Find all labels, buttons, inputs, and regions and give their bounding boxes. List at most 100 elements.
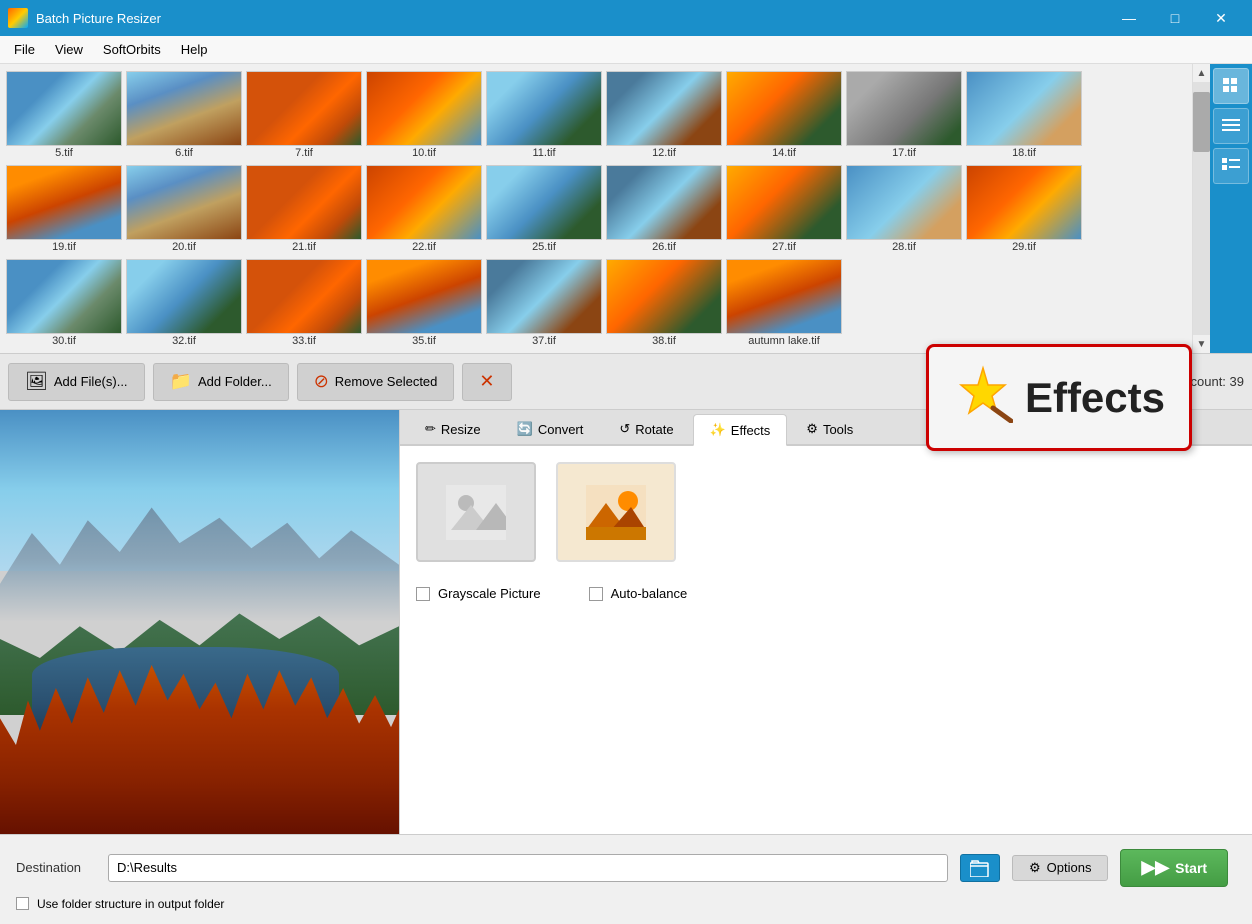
thumb-29tif[interactable]: 29.tif — [966, 165, 1082, 253]
thumb-row-3: 30.tif 32.tif 33.tif 35.tif 37.tif 38.ti… — [4, 256, 1188, 350]
autobalance-label: Auto-balance — [611, 586, 688, 601]
thumb-12tif[interactable]: 12.tif — [606, 71, 722, 159]
add-folder-icon: 📁 — [170, 371, 192, 392]
thumb-25tif[interactable]: 25.tif — [486, 165, 602, 253]
options-button[interactable]: ⚙ Options — [1012, 855, 1108, 881]
thumbnail-grid: 5.tif 6.tif 7.tif 10.tif 11.tif 12.tif 1… — [0, 64, 1192, 353]
scroll-thumb[interactable] — [1193, 92, 1210, 152]
thumb-10tif[interactable]: 10.tif — [366, 71, 482, 159]
rotate-tab-label: Rotate — [635, 422, 673, 437]
effect-item-2[interactable] — [556, 462, 676, 562]
destination-input[interactable] — [108, 854, 948, 882]
grayscale-checkbox[interactable] — [416, 587, 430, 601]
remove-icon: ⊘ — [314, 371, 329, 392]
thumb-14tif[interactable]: 14.tif — [726, 71, 842, 159]
detail-view-button[interactable] — [1213, 148, 1249, 184]
menu-softorbits[interactable]: SoftOrbits — [93, 38, 171, 61]
convert-tab-icon: 🔄 — [517, 421, 533, 437]
thumb-27tif[interactable]: 27.tif — [726, 165, 842, 253]
thumb-6tif[interactable]: 6.tif — [126, 71, 242, 159]
thumb-37tif[interactable]: 37.tif — [486, 259, 602, 347]
thumb-20tif[interactable]: 20.tif — [126, 165, 242, 253]
resize-tab-label: Resize — [441, 422, 481, 437]
effects-tab-label: Effects — [731, 423, 771, 438]
grayscale-checkbox-item[interactable]: Grayscale Picture — [416, 586, 541, 601]
titlebar-left: Batch Picture Resizer — [8, 8, 161, 28]
add-folder-label: Add Folder... — [198, 374, 272, 389]
thumb-30tif[interactable]: 30.tif — [6, 259, 122, 347]
side-icons-panel — [1210, 64, 1252, 353]
remove-selected-button[interactable]: ⊘ Remove Selected — [297, 363, 455, 401]
minimize-button[interactable]: — — [1106, 0, 1152, 36]
thumb-32tif[interactable]: 32.tif — [126, 259, 242, 347]
thumb-28tif[interactable]: 28.tif — [846, 165, 962, 253]
main-container: 5.tif 6.tif 7.tif 10.tif 11.tif 12.tif 1… — [0, 64, 1252, 924]
thumb-18tif[interactable]: 18.tif — [966, 71, 1082, 159]
app-title: Batch Picture Resizer — [36, 11, 161, 26]
scroll-track[interactable] — [1193, 82, 1210, 335]
thumb-22tif[interactable]: 22.tif — [366, 165, 482, 253]
tab-content-effects: Grayscale Picture Auto-balance — [400, 446, 1252, 834]
effect-item-1[interactable] — [416, 462, 536, 562]
start-arrow-icon: ▶▶ — [1141, 857, 1169, 878]
browse-button[interactable] — [960, 854, 1000, 882]
effects-grid — [416, 462, 1236, 562]
destination-label: Destination — [16, 860, 96, 875]
maximize-button[interactable]: □ — [1152, 0, 1198, 36]
close-button[interactable]: ✕ — [1198, 0, 1244, 36]
add-files-icon: 🖼 — [25, 371, 48, 392]
grid-view-button[interactable] — [1213, 68, 1249, 104]
thumb-5tif[interactable]: 5.tif — [6, 71, 122, 159]
thumb-7tif[interactable]: 7.tif — [246, 71, 362, 159]
rotate-tab-icon: ↺ — [619, 421, 630, 437]
thumbnail-scrollbar[interactable]: ▲ ▼ — [1192, 64, 1210, 353]
options-gear-icon: ⚙ — [1029, 860, 1041, 876]
thumb-autumn[interactable]: autumn lake.tif — [726, 259, 842, 347]
tab-tools[interactable]: ⚙ Tools — [789, 414, 870, 444]
tab-effects[interactable]: ✨ Effects — [693, 414, 788, 446]
folder-structure-checkbox[interactable] — [16, 897, 29, 910]
start-button[interactable]: ▶▶ Start — [1120, 849, 1228, 887]
content-area: ✏ Resize 🔄 Convert ↺ Rotate ✨ Effects ⚙ — [0, 410, 1252, 834]
destination-row: Destination ⚙ Options ▶▶ Start — [16, 849, 1236, 887]
clear-button[interactable]: ✕ — [462, 363, 511, 401]
convert-tab-label: Convert — [538, 422, 584, 437]
tab-resize[interactable]: ✏ Resize — [408, 414, 498, 444]
thumb-17tif[interactable]: 17.tif — [846, 71, 962, 159]
remove-label: Remove Selected — [335, 374, 438, 389]
preview-image — [0, 410, 399, 834]
autobalance-checkbox-item[interactable]: Auto-balance — [589, 586, 688, 601]
tab-rotate[interactable]: ↺ Rotate — [602, 414, 690, 444]
titlebar: Batch Picture Resizer — □ ✕ — [0, 0, 1252, 36]
add-files-button[interactable]: 🖼 Add File(s)... — [8, 363, 145, 401]
menubar: File View SoftOrbits Help — [0, 36, 1252, 64]
thumb-19tif[interactable]: 19.tif — [6, 165, 122, 253]
scroll-down-button[interactable]: ▼ — [1193, 335, 1211, 353]
clear-icon: ✕ — [479, 371, 494, 392]
thumb-35tif[interactable]: 35.tif — [366, 259, 482, 347]
titlebar-controls: — □ ✕ — [1106, 0, 1244, 36]
thumb-row-1: 5.tif 6.tif 7.tif 10.tif 11.tif 12.tif 1… — [4, 68, 1188, 162]
thumb-33tif[interactable]: 33.tif — [246, 259, 362, 347]
thumb-26tif[interactable]: 26.tif — [606, 165, 722, 253]
thumb-row-2: 19.tif 20.tif 21.tif 22.tif 25.tif 26.ti… — [4, 162, 1188, 256]
toolbar: 🖼 Add File(s)... 📁 Add Folder... ⊘ Remov… — [0, 354, 1252, 410]
add-files-label: Add File(s)... — [54, 374, 128, 389]
thumb-21tif[interactable]: 21.tif — [246, 165, 362, 253]
add-folder-button[interactable]: 📁 Add Folder... — [153, 363, 289, 401]
grayscale-label: Grayscale Picture — [438, 586, 541, 601]
effects-tooltip-label: Effects — [1025, 374, 1165, 422]
menu-help[interactable]: Help — [171, 38, 218, 61]
tools-tab-icon: ⚙ — [806, 421, 818, 437]
tab-convert[interactable]: 🔄 Convert — [500, 414, 601, 444]
menu-view[interactable]: View — [45, 38, 93, 61]
list-view-button[interactable] — [1213, 108, 1249, 144]
menu-file[interactable]: File — [4, 38, 45, 61]
thumb-38tif[interactable]: 38.tif — [606, 259, 722, 347]
effects-tab-icon: ✨ — [710, 422, 726, 438]
effects-tooltip: Effects — [926, 344, 1192, 451]
scroll-up-button[interactable]: ▲ — [1193, 64, 1211, 82]
autobalance-checkbox[interactable] — [589, 587, 603, 601]
options-label: Options — [1047, 860, 1092, 875]
thumb-11tif[interactable]: 11.tif — [486, 71, 602, 159]
